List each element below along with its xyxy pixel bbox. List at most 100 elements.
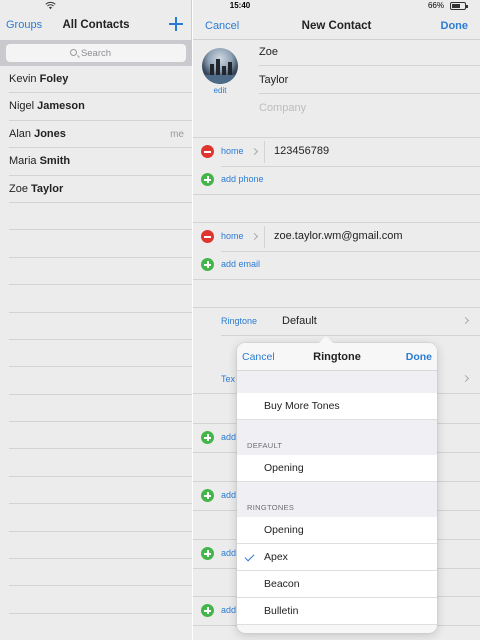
contact-row[interactable]: Alan Jones me (9, 121, 192, 149)
last-name-field[interactable]: Taylor (259, 67, 480, 94)
ringtone-popover: Cancel Ringtone Done Buy More Tones DEFA… (237, 343, 437, 633)
add-phone-row[interactable]: add phone (193, 166, 480, 194)
ringtone-item[interactable]: Opening (237, 517, 437, 544)
popover-done-button[interactable]: Done (406, 351, 432, 363)
ringtone-name: Opening (264, 524, 304, 536)
contact-last-name: Jameson (37, 100, 85, 113)
add-field-icon[interactable] (201, 547, 214, 560)
empty-row (9, 477, 192, 505)
empty-row (9, 559, 192, 587)
contact-row[interactable]: Nigel Jameson (9, 93, 192, 121)
contact-photo[interactable] (202, 48, 238, 84)
company-field[interactable]: Company (259, 95, 480, 122)
empty-row (9, 367, 192, 395)
chevron-right-icon (461, 316, 470, 325)
chevron-right-icon (461, 374, 470, 383)
ringtones-section-header: RINGTONES (247, 503, 295, 512)
contact-last-name: Taylor (31, 182, 64, 195)
add-field-icon[interactable] (201, 489, 214, 502)
battery-icon (450, 2, 468, 10)
ringtone-item[interactable]: Bulletin (237, 598, 437, 625)
empty-row (9, 449, 192, 477)
contact-row[interactable]: Maria Smith (9, 148, 192, 176)
contact-last-name: Foley (39, 73, 69, 85)
photo-detail (216, 59, 220, 76)
empty-row (9, 258, 192, 286)
ringtone-label: Ringtone (221, 316, 258, 326)
default-tone-item[interactable]: Opening (237, 455, 437, 482)
divider (221, 335, 480, 336)
add-field-label[interactable]: add (221, 605, 236, 615)
email-label[interactable]: home (221, 231, 244, 241)
status-time: 15:40 (229, 1, 251, 10)
add-phone-label[interactable]: add phone (221, 174, 264, 184)
add-field-label[interactable]: add (221, 548, 236, 558)
status-bar: 15:40 66% (0, 0, 480, 12)
phone-label[interactable]: home (221, 146, 244, 156)
popover-navbar: Cancel Ringtone Done (237, 343, 437, 371)
divider (264, 141, 265, 163)
section-gap: RINGTONES (237, 482, 437, 517)
empty-row (9, 203, 192, 231)
search-field[interactable] (6, 44, 186, 62)
text-tone-label: Tex (221, 374, 236, 384)
email-row: home zoe.taylor.wm@gmail.com (193, 223, 480, 251)
add-email-row[interactable]: add email (193, 251, 480, 279)
done-button[interactable]: Done (441, 20, 469, 32)
add-field-icon[interactable] (201, 604, 214, 617)
empty-row (9, 422, 192, 450)
empty-row (9, 340, 192, 368)
contact-last-name: Smith (39, 155, 71, 168)
empty-row (9, 586, 192, 614)
add-contact-plus-icon[interactable] (168, 15, 184, 33)
edit-photo-link[interactable]: edit (202, 86, 238, 95)
contact-list: Kevin Foley Nigel Jameson Alan Jones me … (0, 66, 192, 640)
empty-row (9, 285, 192, 313)
add-email-icon[interactable] (201, 258, 214, 271)
divider (264, 226, 265, 248)
add-field-label[interactable]: add (221, 490, 236, 500)
divider (193, 194, 480, 195)
add-field-label[interactable]: add (221, 432, 236, 442)
contact-row[interactable]: Kevin Foley (9, 66, 192, 94)
empty-row (9, 504, 192, 532)
empty-row (9, 313, 192, 340)
buy-more-tones-item[interactable]: Buy More Tones (237, 393, 437, 420)
ringtone-name: Beacon (264, 578, 300, 590)
add-email-label[interactable]: add email (221, 259, 260, 269)
empty-row (9, 395, 192, 423)
add-phone-icon[interactable] (201, 173, 214, 186)
popover-arrow (318, 336, 334, 344)
phone-value[interactable]: 123456789 (274, 145, 329, 157)
empty-row (9, 230, 192, 258)
ringtone-item[interactable]: Apex (237, 544, 437, 571)
new-contact-title: New Contact (301, 20, 372, 32)
default-section-header: DEFAULT (247, 441, 283, 450)
contact-first-name: Nigel (9, 100, 35, 113)
chevron-right-icon (250, 232, 259, 241)
empty-row (9, 614, 192, 640)
contacts-navbar: Groups All Contacts (0, 12, 192, 40)
section-gap: DEFAULT (237, 420, 437, 455)
remove-phone-icon[interactable] (201, 145, 214, 158)
email-value[interactable]: zoe.taylor.wm@gmail.com (274, 230, 403, 242)
default-tone-label: Opening (264, 462, 304, 474)
contact-first-name: Alan (9, 127, 32, 140)
ringtone-name: Bulletin (264, 605, 299, 617)
first-name-field[interactable]: Zoe (259, 39, 480, 66)
remove-email-icon[interactable] (201, 230, 214, 243)
contact-row[interactable]: Zoe Taylor (9, 176, 192, 203)
me-badge: me (170, 128, 184, 140)
contact-first-name: Maria (9, 155, 37, 168)
new-contact-navbar: Cancel New Contact Done (193, 12, 480, 40)
add-field-icon[interactable] (201, 431, 214, 444)
ringtone-item[interactable]: Beacon (237, 571, 437, 598)
search-input[interactable] (6, 44, 186, 62)
buy-more-tones-label: Buy More Tones (264, 400, 340, 412)
divider (193, 279, 480, 280)
ringtone-row[interactable]: Ringtone Default (193, 307, 480, 335)
contact-first-name: Zoe (9, 182, 28, 195)
contacts-panel: Groups All Contacts Kevin Foley Nigel Ja… (0, 0, 192, 640)
ringtone-name: Apex (264, 551, 288, 563)
contact-last-name: Jones (34, 127, 66, 140)
